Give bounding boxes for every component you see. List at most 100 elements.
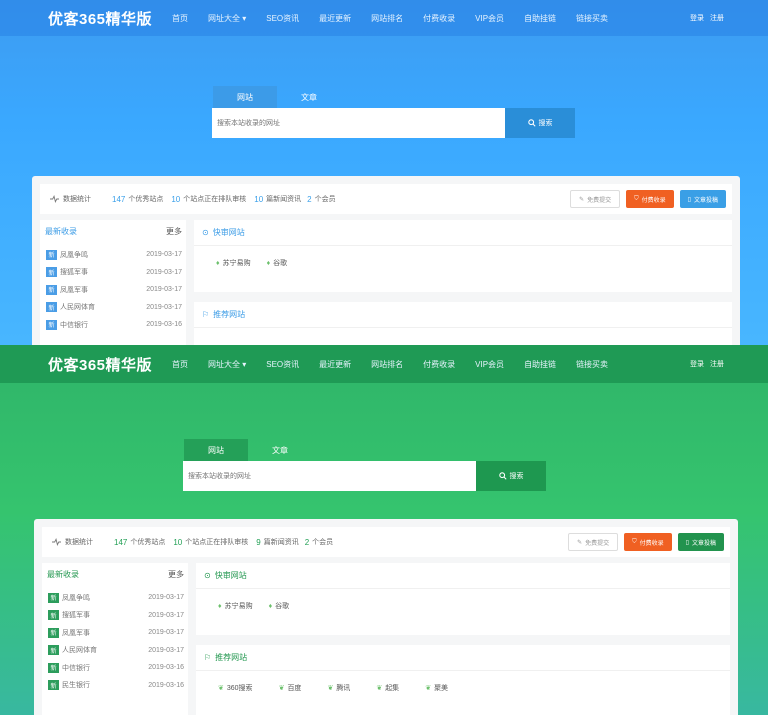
stats-bar: 数据统计 147 个优秀站点 10 个站点正在排队审核 9 篇新闻资讯 2 个会员 ✎ 免… (42, 527, 730, 557)
pulse-icon (50, 195, 59, 203)
main-nav: 首页 网址大全 ▾ SEO资讯 最近更新 网站排名 付费收录 VIP会员 自助挂… (172, 359, 628, 370)
site-link[interactable]: ♦ 苏宁易购 (216, 258, 251, 268)
search-button[interactable]: 搜索 (505, 108, 575, 138)
nav-seo[interactable]: SEO资讯 (266, 13, 299, 24)
login-link[interactable]: 登录 (690, 359, 704, 369)
free-submit-button[interactable]: ✎ 免费提交 (568, 533, 619, 551)
nav-paid[interactable]: 付费收录 (423, 13, 455, 24)
sites-count: 147 (112, 194, 126, 204)
tab-sites[interactable]: 网站 (213, 86, 277, 108)
tab-articles[interactable]: 文章 (277, 86, 341, 108)
article-submit-button[interactable]: ▯ 文章投稿 (677, 533, 724, 551)
search-tabs: 网站 文章 (184, 439, 312, 461)
site-link[interactable]: ❦ 腾讯 (327, 683, 350, 693)
top-navbar: 优客365精华版 首页 网址大全 ▾ SEO资讯 最近更新 网站排名 付费收录 … (0, 0, 768, 36)
flag-icon: ⚐ (202, 310, 210, 319)
fast-review-header: ⊙ 快审网站 (196, 563, 730, 589)
pencil-icon: ✎ (577, 539, 583, 546)
nav-vip[interactable]: VIP会员 (475, 13, 504, 24)
stat-actions: ✎ 免费提交 ⛉ 付费收录 ▯ 文章投稿 (568, 533, 724, 551)
nav-paid[interactable]: 付费收录 (423, 359, 455, 370)
site-link[interactable]: ❦ 360搜索 (218, 683, 253, 693)
queue-count: 10 (173, 537, 183, 547)
nav-seo[interactable]: SEO资讯 (266, 359, 299, 370)
tab-sites[interactable]: 网站 (184, 439, 248, 461)
recommended-section: ⚐ 推荐网站 ❦ 360搜索 ❦ 百度 ❦ 腾讯 ❦ 起集 ❦ 聚美 (196, 645, 730, 715)
nav-home[interactable]: 首页 (172, 13, 188, 24)
top-navbar: 优客365精华版 首页 网址大全 ▾ SEO资讯 最近更新 网站排名 付费收录 … (0, 345, 768, 383)
new-badge: 新 (46, 267, 57, 278)
register-link[interactable]: 注册 (710, 359, 724, 369)
leaf-icon: ❦ (425, 685, 432, 692)
list-item: 新凤凰军事 2019-03-17 (48, 624, 184, 642)
nav-ranking[interactable]: 网站排名 (371, 359, 403, 370)
login-link[interactable]: 登录 (690, 13, 704, 23)
search-box: 搜索 (212, 108, 575, 138)
recommended-sites: ❦ 360搜索 ❦ 百度 ❦ 腾讯 ❦ 起集 ❦ 聚美 (196, 671, 730, 705)
new-badge: 新 (46, 319, 57, 330)
diamond-icon: ♦ (268, 602, 273, 610)
site-logo[interactable]: 优客365精华版 (48, 354, 152, 375)
search-button-label: 搜索 (538, 120, 553, 127)
site-link[interactable]: ❦ 聚美 (425, 683, 448, 693)
nav-self-link[interactable]: 自助挂链 (524, 359, 556, 370)
search-button[interactable]: 搜索 (476, 461, 546, 491)
members-count: 2 (304, 537, 310, 547)
list-item: 新搜狐军事 2019-03-17 (48, 607, 184, 625)
members-count: 2 (307, 194, 312, 204)
leaf-icon: ❦ (376, 685, 383, 692)
site-link[interactable]: ❦ 起集 (376, 683, 399, 693)
paid-listing-button[interactable]: ⛉ 付费收录 (624, 533, 672, 551)
paid-listing-button[interactable]: ⛉ 付费收录 (626, 190, 674, 208)
more-link[interactable]: 更多 (166, 226, 182, 237)
fast-review-section: ⊙ 快审网站 ♦ 苏宁易购 ♦ 谷歌 (194, 220, 732, 292)
leaf-icon: ❦ (218, 685, 224, 692)
stats-label: 数据统计 (52, 537, 93, 547)
nav-home[interactable]: 首页 (172, 359, 188, 370)
free-submit-button[interactable]: ✎ 免费提交 (570, 190, 621, 208)
leaf-icon: ❦ (278, 685, 285, 692)
nav-latest[interactable]: 最近更新 (319, 13, 351, 24)
nav-directory[interactable]: 网址大全 ▾ (208, 13, 246, 24)
list-item: 新中信银行 2019-03-16 (46, 316, 182, 334)
new-badge: 新 (48, 627, 59, 638)
search-icon (527, 119, 536, 127)
nav-link-trade[interactable]: 链接买卖 (576, 13, 608, 24)
site-link[interactable]: ♦ 谷歌 (267, 258, 288, 268)
article-submit-button[interactable]: ▯ 文章投稿 (679, 190, 726, 208)
stat-actions: ✎ 免费提交 ⛉ 付费收录 ▯ 文章投稿 (570, 190, 726, 208)
pulse-icon (52, 538, 61, 546)
site-link[interactable]: ♦ 苏宁易购 (218, 601, 253, 611)
auth-links: 登录 注册 (690, 13, 724, 23)
nav-link-trade[interactable]: 链接买卖 (576, 359, 608, 370)
fast-review-header: ⊙ 快审网站 (194, 220, 732, 246)
search-input[interactable] (183, 461, 476, 491)
tab-articles[interactable]: 文章 (248, 439, 312, 461)
nav-latest[interactable]: 最近更新 (319, 359, 351, 370)
search-input[interactable] (212, 108, 505, 138)
main-nav: 首页 网址大全 ▾ SEO资讯 最近更新 网站排名 付费收录 VIP会员 自助挂… (172, 13, 628, 24)
list-item: 新人民网体育 2019-03-17 (48, 642, 184, 660)
sites-count: 147 (114, 537, 128, 547)
nav-vip[interactable]: VIP会员 (475, 359, 504, 370)
theme-preview-green: 优客365精华版 首页 网址大全 ▾ SEO资讯 最近更新 网站排名 付费收录 … (0, 345, 768, 715)
site-link[interactable]: ❦ 百度 (279, 683, 302, 693)
list-item: 新搜狐军事 2019-03-17 (46, 264, 182, 282)
register-link[interactable]: 注册 (710, 13, 724, 23)
nav-self-link[interactable]: 自助挂链 (524, 13, 556, 24)
new-badge: 新 (46, 302, 57, 313)
fast-review-section: ⊙ 快审网站 ♦ 苏宁易购 ♦ 谷歌 (196, 563, 730, 635)
search-tabs: 网站 文章 (213, 86, 341, 108)
diamond-icon: ♦ (216, 259, 220, 267)
site-link[interactable]: ♦ 谷歌 (269, 601, 290, 611)
search-icon (498, 472, 507, 480)
nav-directory[interactable]: 网址大全 ▾ (208, 359, 246, 370)
recommended-header: ⚐ 推荐网站 (194, 302, 732, 328)
more-link[interactable]: 更多 (168, 569, 184, 580)
new-badge: 新 (48, 645, 59, 656)
nav-ranking[interactable]: 网站排名 (371, 13, 403, 24)
list-item: 新中信银行 2019-03-16 (48, 659, 184, 677)
fast-review-sites: ♦ 苏宁易购 ♦ 谷歌 (194, 246, 732, 280)
site-logo[interactable]: 优客365精华版 (48, 8, 152, 29)
content-card: 数据统计 147 个优秀站点 10 个站点正在排队审核 10 篇新闻资讯 2 个会员 ✎… (32, 176, 740, 345)
